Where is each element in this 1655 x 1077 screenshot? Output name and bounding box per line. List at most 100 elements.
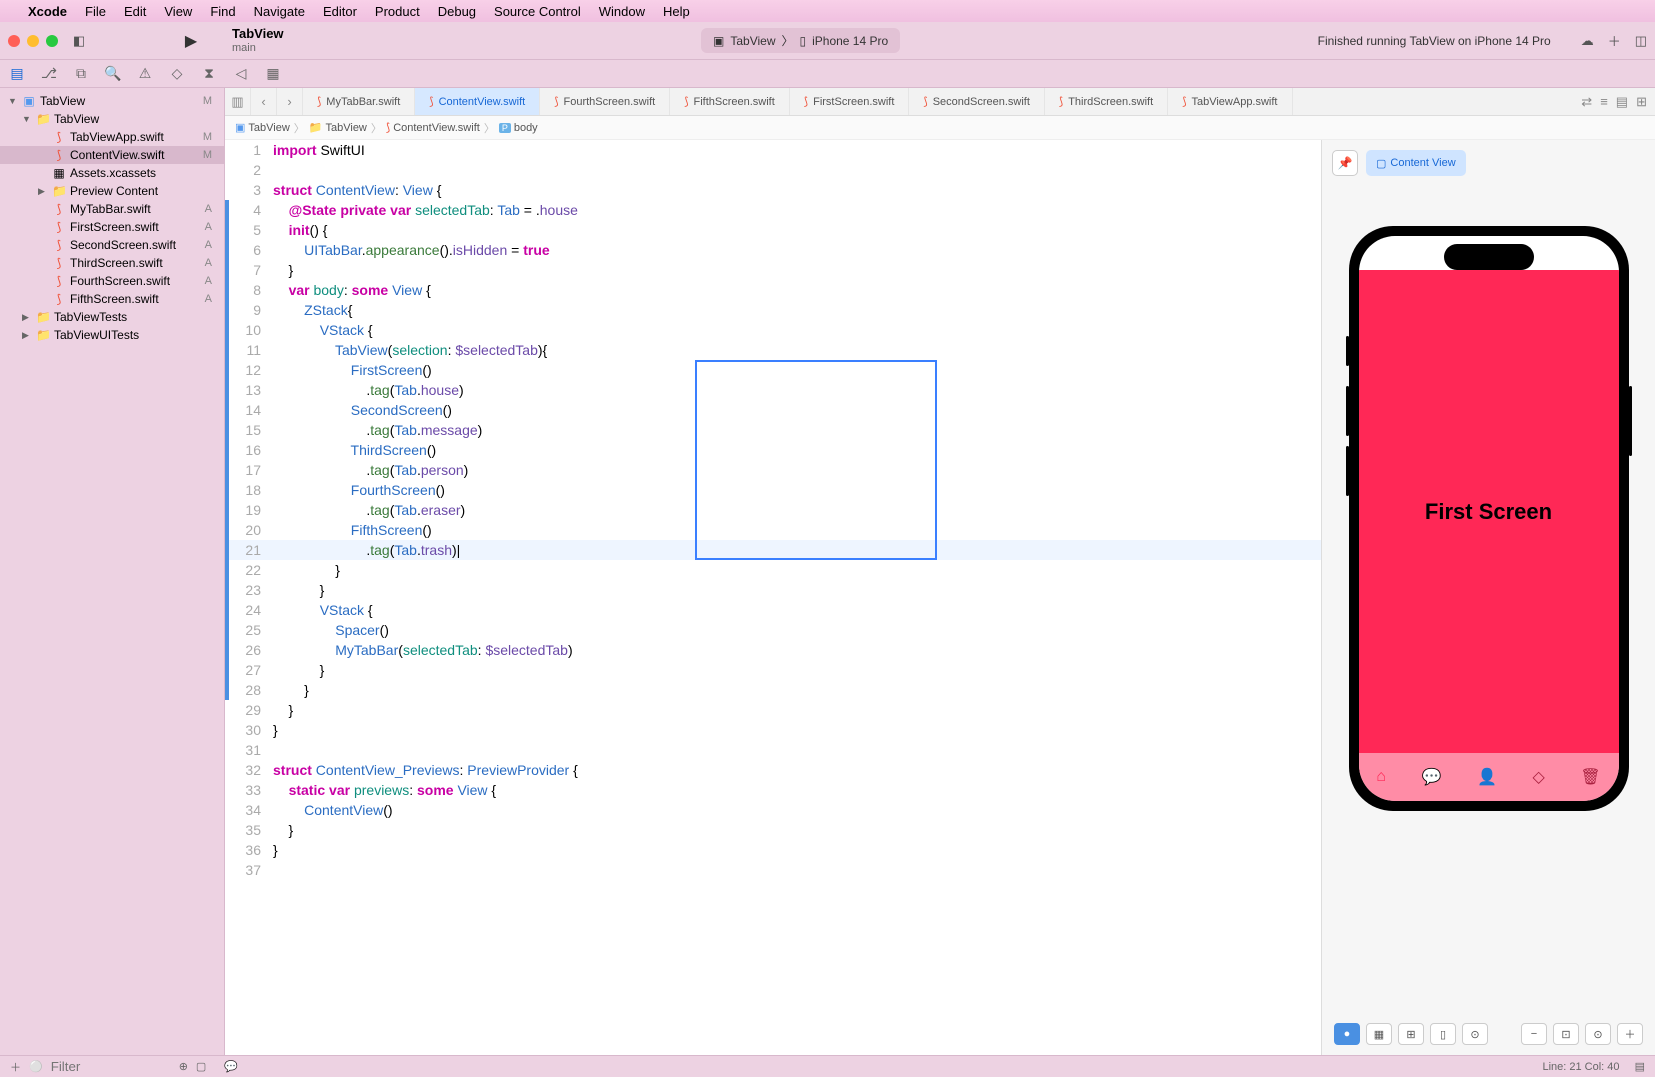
- line-number[interactable]: 5: [225, 220, 273, 240]
- line-number[interactable]: 30: [225, 720, 273, 740]
- pin-preview-button[interactable]: 📌: [1332, 150, 1358, 176]
- code-line[interactable]: 35 }: [225, 820, 1321, 840]
- editor-tab[interactable]: ⟆FourthScreen.swift: [540, 88, 670, 115]
- zoom-window-button[interactable]: [46, 35, 58, 47]
- code-line[interactable]: 28 }: [225, 680, 1321, 700]
- line-content[interactable]: }: [273, 260, 1321, 280]
- line-content[interactable]: [273, 860, 1321, 880]
- line-content[interactable]: ZStack{: [273, 300, 1321, 320]
- line-number[interactable]: 21: [225, 540, 273, 560]
- code-line[interactable]: 24 VStack {: [225, 600, 1321, 620]
- project-navigator-tab[interactable]: ▤: [8, 65, 26, 82]
- line-number[interactable]: 22: [225, 560, 273, 580]
- tree-row[interactable]: ⟆TabViewApp.swiftM: [0, 128, 224, 146]
- line-number[interactable]: 31: [225, 740, 273, 760]
- close-window-button[interactable]: [8, 35, 20, 47]
- trash-icon[interactable]: 🗑: [1580, 767, 1600, 787]
- code-line[interactable]: 3struct ContentView: View {: [225, 180, 1321, 200]
- filter-input[interactable]: [51, 1059, 171, 1074]
- line-content[interactable]: .tag(Tab.message): [273, 420, 1321, 440]
- line-content[interactable]: FourthScreen(): [273, 480, 1321, 500]
- line-content[interactable]: import SwiftUI: [273, 140, 1321, 160]
- line-content[interactable]: FifthScreen(): [273, 520, 1321, 540]
- code-line[interactable]: 7 }: [225, 260, 1321, 280]
- line-number[interactable]: 12: [225, 360, 273, 380]
- preview-settings-button[interactable]: ⊙: [1462, 1023, 1488, 1045]
- line-number[interactable]: 7: [225, 260, 273, 280]
- disclosure-triangle[interactable]: ▶: [22, 330, 32, 341]
- line-content[interactable]: static var previews: some View {: [273, 780, 1321, 800]
- code-line[interactable]: 34 ContentView(): [225, 800, 1321, 820]
- code-line[interactable]: 19 .tag(Tab.eraser): [225, 500, 1321, 520]
- code-line[interactable]: 11 TabView(selection: $selectedTab){: [225, 340, 1321, 360]
- line-content[interactable]: Spacer(): [273, 620, 1321, 640]
- line-number[interactable]: 3: [225, 180, 273, 200]
- code-line[interactable]: 26 MyTabBar(selectedTab: $selectedTab): [225, 640, 1321, 660]
- line-number[interactable]: 32: [225, 760, 273, 780]
- line-number[interactable]: 9: [225, 300, 273, 320]
- minimize-window-button[interactable]: [27, 35, 39, 47]
- code-line[interactable]: 29 }: [225, 700, 1321, 720]
- code-line[interactable]: 20 FifthScreen(): [225, 520, 1321, 540]
- jumpbar-folder[interactable]: 📁 TabView: [309, 121, 367, 134]
- issue-navigator-tab[interactable]: ⚠: [136, 65, 154, 82]
- menu-debug[interactable]: Debug: [438, 4, 476, 19]
- code-line[interactable]: 10 VStack {: [225, 320, 1321, 340]
- line-content[interactable]: MyTabBar(selectedTab: $selectedTab): [273, 640, 1321, 660]
- jumpbar-symbol[interactable]: P body: [499, 122, 538, 134]
- tree-row[interactable]: ⟆SecondScreen.swiftA: [0, 236, 224, 254]
- code-line[interactable]: 18 FourthScreen(): [225, 480, 1321, 500]
- line-number[interactable]: 15: [225, 420, 273, 440]
- code-line[interactable]: 36}: [225, 840, 1321, 860]
- source-control-navigator-tab[interactable]: ⎇: [40, 65, 58, 82]
- adjust-editor-button[interactable]: ▤: [1616, 94, 1628, 110]
- line-number[interactable]: 37: [225, 860, 273, 880]
- code-line[interactable]: 6 UITabBar.appearance().isHidden = true: [225, 240, 1321, 260]
- code-line[interactable]: 5 init() {: [225, 220, 1321, 240]
- tree-row[interactable]: ▦Assets.xcassets: [0, 164, 224, 182]
- line-content[interactable]: }: [273, 700, 1321, 720]
- tree-row[interactable]: ▼▣TabViewM: [0, 92, 224, 110]
- line-number[interactable]: 27: [225, 660, 273, 680]
- line-number[interactable]: 26: [225, 640, 273, 660]
- back-button[interactable]: ‹: [251, 88, 277, 115]
- find-navigator-tab[interactable]: 🔍: [104, 65, 122, 82]
- disclosure-triangle[interactable]: ▶: [22, 312, 32, 323]
- tree-row[interactable]: ▶📁TabViewTests: [0, 308, 224, 326]
- menu-navigate[interactable]: Navigate: [254, 4, 305, 19]
- line-number[interactable]: 29: [225, 700, 273, 720]
- line-number[interactable]: 20: [225, 520, 273, 540]
- line-number[interactable]: 35: [225, 820, 273, 840]
- line-content[interactable]: }: [273, 680, 1321, 700]
- eraser-icon[interactable]: ◇: [1532, 767, 1544, 787]
- editor-tab[interactable]: ⟆FirstScreen.swift: [790, 88, 910, 115]
- line-content[interactable]: struct ContentView: View {: [273, 180, 1321, 200]
- preview-content[interactable]: First Screen: [1359, 270, 1619, 753]
- code-line[interactable]: 33 static var previews: some View {: [225, 780, 1321, 800]
- library-button[interactable]: ◫: [1635, 33, 1647, 49]
- line-content[interactable]: .tag(Tab.person): [273, 460, 1321, 480]
- line-content[interactable]: [273, 160, 1321, 180]
- code-line[interactable]: 21 .tag(Tab.trash)|: [225, 540, 1321, 560]
- line-content[interactable]: ThirdScreen(): [273, 440, 1321, 460]
- tree-row[interactable]: ⟆ContentView.swiftM: [0, 146, 224, 164]
- source-editor[interactable]: 1import SwiftUI23struct ContentView: Vie…: [225, 140, 1321, 1055]
- line-number[interactable]: 24: [225, 600, 273, 620]
- recent-filter-button[interactable]: ⊕: [179, 1060, 188, 1073]
- editor-tab[interactable]: ⟆ContentView.swift: [415, 88, 540, 115]
- line-number[interactable]: 13: [225, 380, 273, 400]
- line-content[interactable]: }: [273, 660, 1321, 680]
- tab-overflow-button[interactable]: ⇄: [1581, 94, 1592, 110]
- forward-button[interactable]: ›: [277, 88, 303, 115]
- line-content[interactable]: }: [273, 820, 1321, 840]
- code-line[interactable]: 4 @State private var selectedTab: Tab = …: [225, 200, 1321, 220]
- menu-window[interactable]: Window: [599, 4, 645, 19]
- run-button[interactable]: ▶: [180, 30, 202, 52]
- add-file-button[interactable]: ＋: [10, 1059, 21, 1075]
- jumpbar-project[interactable]: ▣ TabView: [235, 121, 290, 134]
- line-content[interactable]: VStack {: [273, 600, 1321, 620]
- add-editor-button[interactable]: ⊞: [1636, 94, 1647, 110]
- line-number[interactable]: 1: [225, 140, 273, 160]
- code-line[interactable]: 23 }: [225, 580, 1321, 600]
- code-line[interactable]: 12 FirstScreen(): [225, 360, 1321, 380]
